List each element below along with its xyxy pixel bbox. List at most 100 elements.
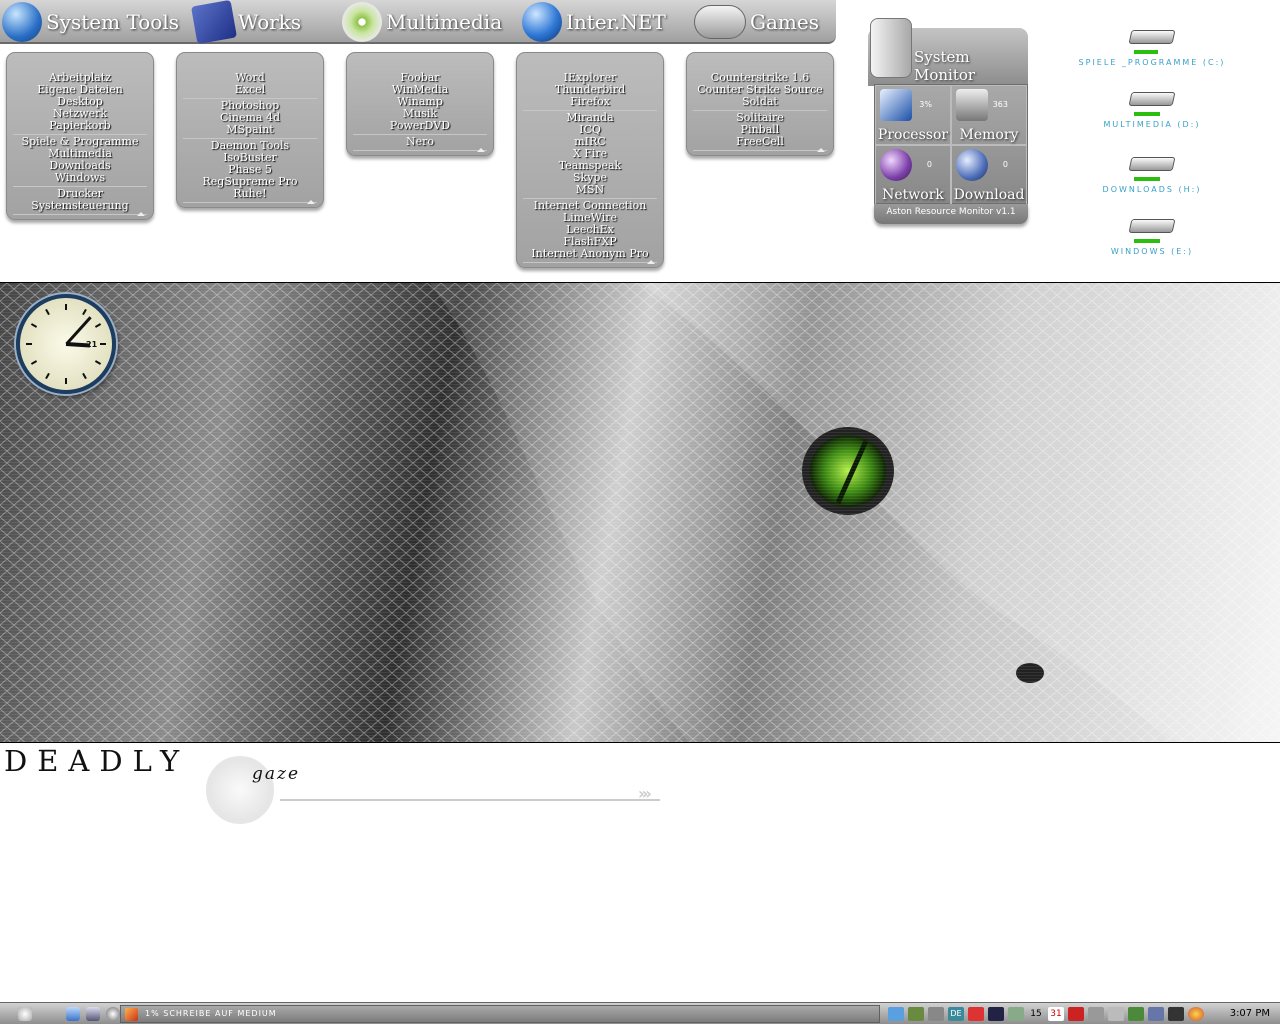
gamepad-icon: [694, 5, 746, 39]
apple-start-icon[interactable]: [18, 1007, 32, 1021]
menu-group: IExplorer Thunderbird Firefox: [523, 71, 657, 111]
collapse-arrow-icon[interactable]: [477, 148, 485, 152]
menu-item[interactable]: MSN: [523, 184, 657, 196]
memory-label: Memory: [959, 127, 1019, 143]
menu-group: Miranda ICQ mIRC X Fire Teamspeak Skype …: [523, 111, 657, 199]
network-orb-icon: [880, 149, 912, 181]
tray-app-icon[interactable]: [1008, 1007, 1024, 1021]
menu-item[interactable]: FreeCell: [693, 136, 827, 148]
apple-icon: [2, 2, 42, 42]
menu-item[interactable]: Windows: [13, 172, 147, 184]
tray-app-icon[interactable]: [1188, 1007, 1204, 1021]
menu-item[interactable]: Excel: [183, 84, 317, 96]
snake-wallpaper: [0, 282, 1280, 743]
download-cell[interactable]: 0 Download: [951, 145, 1027, 205]
tray-app-icon[interactable]: [888, 1007, 904, 1021]
download-globe-icon: [956, 149, 988, 181]
menu-item[interactable]: Systemsteuerung: [13, 200, 147, 212]
taskbar-active-task[interactable]: 1% SCHREIBE AUF MEDIUM: [120, 1005, 880, 1023]
menu-item[interactable]: PowerDVD: [353, 120, 487, 132]
download-label: Download: [953, 187, 1025, 203]
drive-c[interactable]: SPIELE _PROGRAMME (C:): [1072, 26, 1232, 67]
menu-multimedia: Foobar WinMedia Winamp Musik PowerDVD Ne…: [346, 52, 494, 156]
menu-item[interactable]: Internet Anonym Pro: [523, 248, 657, 260]
category-label: Games: [750, 10, 819, 34]
cpu-chip-icon: [880, 89, 912, 121]
network-label: Network: [882, 187, 944, 203]
collapse-arrow-icon[interactable]: [817, 148, 825, 152]
snake-eye: [810, 435, 886, 507]
menu-item[interactable]: Firefox: [523, 96, 657, 108]
category-multimedia[interactable]: Multimedia: [342, 0, 502, 44]
menu-group: Foobar WinMedia Winamp Musik PowerDVD: [353, 71, 487, 135]
menu-item[interactable]: Papierkorb: [13, 120, 147, 132]
itunes-icon: [342, 2, 382, 42]
collapse-arrow-icon[interactable]: [307, 200, 315, 204]
tray-app-icon[interactable]: [1088, 1007, 1104, 1021]
drive-usage-bar: [1134, 50, 1158, 54]
menu-item[interactable]: Ruhe!: [183, 188, 317, 200]
tray-app-icon[interactable]: [988, 1007, 1004, 1021]
category-bar: System Tools Works Multimedia Inter.NET …: [0, 0, 836, 45]
system-tray: DE 15 31: [882, 1005, 1280, 1023]
menu-group: Spiele & Programme Multimedia Downloads …: [13, 135, 147, 187]
category-label: Inter.NET: [566, 10, 666, 34]
quicklaunch-app-icon[interactable]: [86, 1007, 100, 1021]
drive-label: DOWNLOADS (H:): [1102, 185, 1202, 194]
category-works[interactable]: Works: [191, 0, 302, 45]
drive-h[interactable]: DOWNLOADS (H:): [1072, 153, 1232, 194]
menu-item[interactable]: Nero: [353, 136, 487, 148]
collapse-arrow-icon[interactable]: [647, 260, 655, 264]
drive-e[interactable]: WINDOWS (E:): [1072, 215, 1232, 256]
tray-app-icon[interactable]: [1068, 1007, 1084, 1021]
chevron-right-icon: ›››: [638, 784, 652, 803]
tray-network-icon[interactable]: [1128, 1007, 1144, 1021]
category-label: Works: [238, 10, 302, 34]
show-desktop-icon[interactable]: [66, 1007, 80, 1021]
tray-app-icon[interactable]: [1168, 1007, 1184, 1021]
tray-counter-icon[interactable]: 15: [1028, 1007, 1044, 1021]
menu-group: Drucker Systemsteuerung: [13, 187, 147, 215]
globe-icon: [522, 2, 562, 42]
menu-item[interactable]: Soldat: [693, 96, 827, 108]
processor-value: 3%: [919, 100, 932, 109]
drive-d[interactable]: MULTIMEDIA (D:): [1072, 88, 1232, 129]
monitor-title: System Monitor: [914, 48, 976, 84]
memory-cell[interactable]: 363 Memory: [951, 85, 1027, 145]
computer-tower-icon: [870, 18, 912, 78]
network-cell[interactable]: 0 Network: [875, 145, 951, 205]
menu-works: Word Excel Photoshop Cinema 4d MSpaint D…: [176, 52, 324, 208]
collapse-arrow-icon[interactable]: [137, 212, 145, 216]
memory-value: 363: [992, 100, 1008, 109]
taskbar-clock[interactable]: 3:07 PM: [1230, 1006, 1270, 1022]
menu-group: Counterstrike 1.6 Counter Strike Source …: [693, 71, 827, 111]
tray-language-icon[interactable]: DE: [948, 1007, 964, 1021]
menu-system-tools: Arbeitplatz Eigene Dateien Desktop Netzw…: [6, 52, 154, 220]
processor-cell[interactable]: 3% Processor: [875, 85, 951, 145]
snake-nostril: [1016, 663, 1044, 683]
hard-disk-icon: [956, 89, 988, 121]
snake-eye-socket: [802, 427, 894, 515]
tray-app-icon[interactable]: [908, 1007, 924, 1021]
burning-app-icon: [125, 1008, 138, 1021]
drive-usage-bar: [1134, 239, 1160, 243]
quicklaunch-media-icon[interactable]: [106, 1007, 120, 1021]
category-system-tools[interactable]: System Tools: [2, 0, 179, 44]
hard-drive-icon: [1128, 215, 1176, 245]
menu-group: Photoshop Cinema 4d MSpaint: [183, 99, 317, 139]
menu-group: Daemon Tools IsoBuster Phase 5 RegSuprem…: [183, 139, 317, 203]
menu-group: Word Excel: [183, 71, 317, 99]
tray-app-icon[interactable]: [1148, 1007, 1164, 1021]
tray-app-icon[interactable]: [1108, 1007, 1124, 1021]
category-games[interactable]: Games: [694, 0, 819, 44]
tray-app-icon[interactable]: [928, 1007, 944, 1021]
wallpaper-subtitle: gaze: [252, 764, 301, 784]
analog-clock-widget[interactable]: 21: [16, 294, 116, 394]
menu-group: Nero: [353, 135, 487, 151]
category-internet[interactable]: Inter.NET: [522, 0, 666, 44]
tray-ati-icon[interactable]: [968, 1007, 984, 1021]
monitor-footer: Aston Resource Monitor v1.1: [874, 204, 1028, 224]
category-label: System Tools: [46, 10, 179, 34]
menu-item[interactable]: MSpaint: [183, 124, 317, 136]
tray-calendar-icon[interactable]: 31: [1048, 1007, 1064, 1021]
